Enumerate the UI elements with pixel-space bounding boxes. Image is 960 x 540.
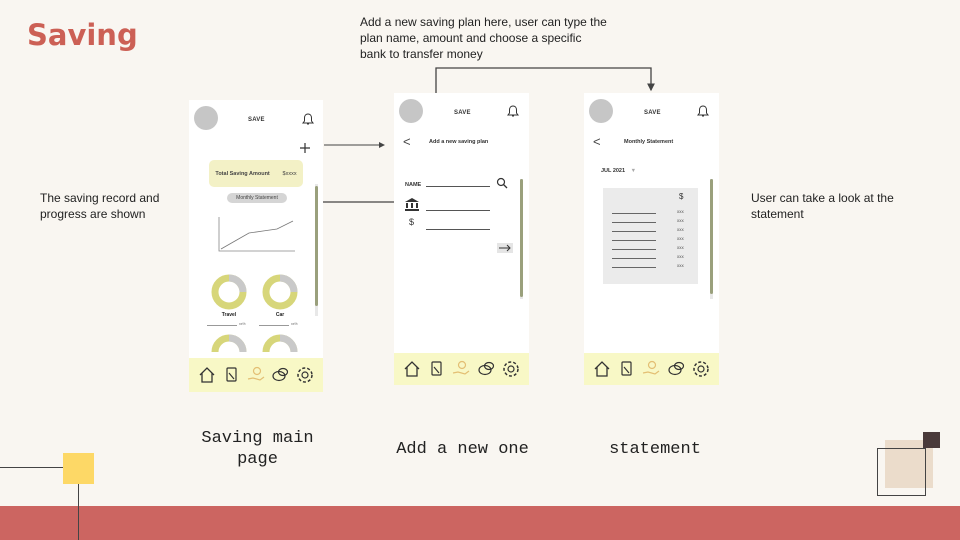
saving-main-screen: SAVE Total Saving Amount $xxxx Monthly S…: [189, 100, 323, 392]
table-row: xxx: [612, 254, 697, 263]
table-row: xxx: [612, 263, 697, 272]
bottom-band: [0, 506, 960, 540]
back-icon[interactable]: <: [403, 135, 411, 148]
screen-header: SAVE: [644, 110, 661, 116]
home-icon[interactable]: [402, 359, 422, 379]
total-saving-card[interactable]: Total Saving Amount $xxxx: [209, 160, 303, 187]
bank-icon[interactable]: [404, 197, 420, 211]
table-row: xxx: [612, 218, 697, 227]
bell-icon[interactable]: [506, 104, 520, 118]
bell-icon[interactable]: [301, 112, 315, 126]
search-icon[interactable]: [496, 177, 508, 189]
chat-icon[interactable]: [270, 365, 290, 385]
bell-icon[interactable]: [696, 104, 710, 118]
decor-square-outline: [877, 448, 926, 496]
table-row: xxx: [612, 245, 697, 254]
card-icon[interactable]: [427, 359, 447, 379]
total-saving-value: $xxxx: [282, 170, 297, 177]
table-row: xxx: [612, 209, 697, 218]
plan-name-input[interactable]: [426, 186, 490, 187]
decor-square: [63, 453, 94, 484]
car-donut[interactable]: [261, 273, 299, 311]
chat-icon[interactable]: [666, 359, 686, 379]
bottom-nav: [584, 353, 719, 385]
bottom-nav: [394, 353, 529, 385]
avatar[interactable]: [589, 99, 613, 123]
statement-card: $ xxx xxx xxx xxx xxx xxx xxx: [603, 188, 698, 284]
divider: [259, 325, 289, 326]
travel-donut[interactable]: [210, 273, 248, 311]
settings-icon[interactable]: [501, 359, 521, 379]
money-hand-icon[interactable]: [451, 359, 471, 379]
screen-subtitle: Add a new saving plan: [429, 139, 489, 145]
total-saving-label: Total Saving Amount: [215, 170, 270, 177]
card-icon[interactable]: [222, 365, 242, 385]
month-label: JUL 2021: [601, 168, 626, 174]
category-label-car: Car: [275, 312, 285, 318]
caption-statement: statement: [609, 440, 701, 459]
add-plan-screen: SAVE < Add a new saving plan NAME $: [394, 93, 529, 385]
avatar[interactable]: [194, 106, 218, 130]
caption-main: Saving main page: [201, 429, 314, 469]
screen-header: SAVE: [248, 117, 265, 123]
category-label-travel: Travel: [221, 312, 237, 318]
screen-header: SAVE: [454, 110, 471, 116]
name-label: NAME: [405, 182, 422, 188]
money-hand-icon[interactable]: [641, 359, 661, 379]
statement-rows: xxx xxx xxx xxx xxx xxx xxx: [612, 209, 697, 272]
settings-icon[interactable]: [295, 365, 315, 385]
card-icon[interactable]: [617, 359, 637, 379]
donut-partial: [262, 334, 298, 352]
decor-line: [0, 467, 63, 468]
scrollbar[interactable]: [315, 186, 318, 306]
add-plan-icon[interactable]: [299, 142, 311, 154]
scrollbar[interactable]: [520, 179, 523, 297]
scrollbar[interactable]: [710, 179, 713, 294]
donut-partial: [211, 334, 247, 352]
divider: [207, 325, 237, 326]
table-row: xxx: [612, 227, 697, 236]
avatar[interactable]: [399, 99, 423, 123]
amount-input[interactable]: [426, 229, 490, 230]
statement-screen: SAVE < Monthly Statement JUL 2021 ▼ $ xx…: [584, 93, 719, 385]
decor-square: [923, 432, 940, 448]
caption-add: Add a new one: [396, 440, 529, 459]
home-icon[interactable]: [592, 359, 612, 379]
table-row: xxx: [612, 236, 697, 245]
saving-progress-chart: [218, 217, 295, 252]
chat-icon[interactable]: [476, 359, 496, 379]
home-icon[interactable]: [197, 365, 217, 385]
bank-select[interactable]: [426, 210, 490, 211]
percent-label: xx%: [239, 322, 246, 326]
percent-label: xx%: [291, 322, 298, 326]
dollar-label: $: [679, 192, 684, 201]
back-icon[interactable]: <: [593, 135, 601, 148]
money-hand-icon[interactable]: [246, 365, 266, 385]
dollar-label: $: [409, 217, 415, 227]
chevron-down-icon: ▼: [630, 168, 637, 174]
settings-icon[interactable]: [691, 359, 711, 379]
decor-line: [78, 484, 79, 540]
month-selector[interactable]: JUL 2021 ▼: [601, 168, 636, 174]
bottom-nav: [189, 358, 323, 392]
next-arrow-icon[interactable]: [497, 243, 513, 253]
monthly-statement-button[interactable]: Monthly Statement: [227, 193, 287, 203]
screen-subtitle: Monthly Statement: [624, 139, 674, 145]
